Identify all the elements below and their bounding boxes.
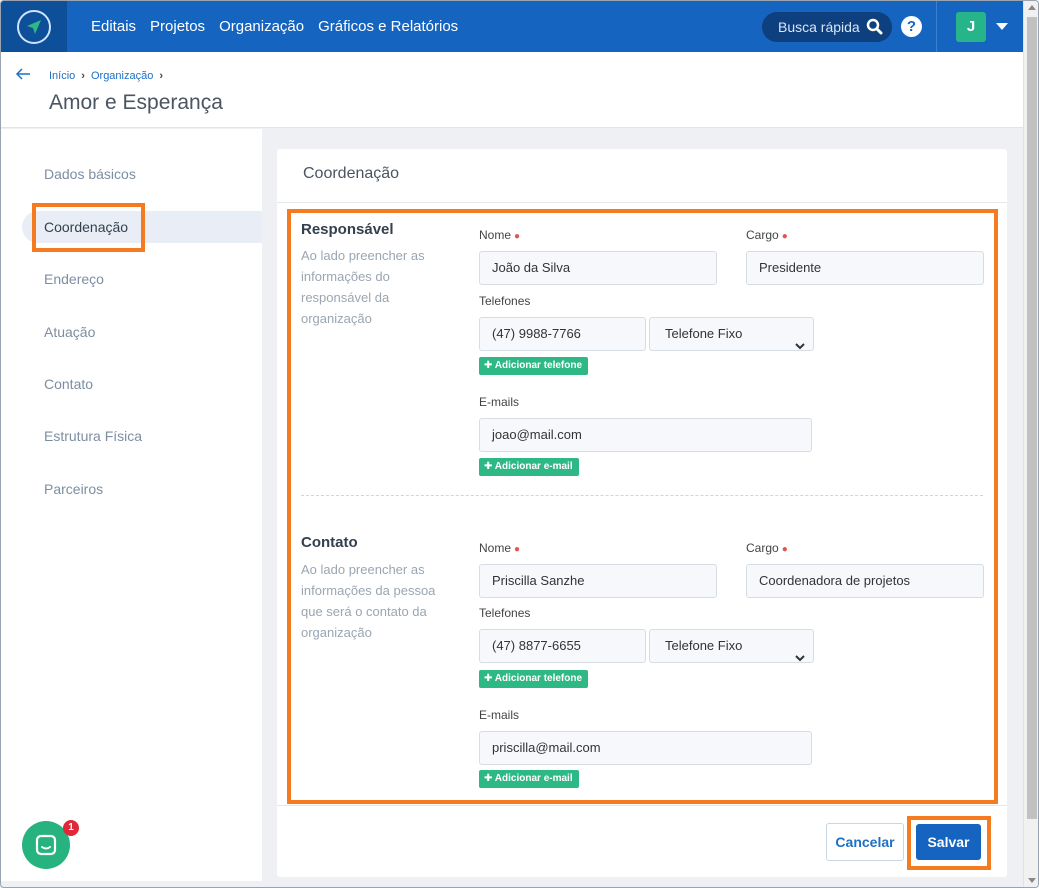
nav-item-editais[interactable]: Editais <box>91 18 136 35</box>
page-scrollbar[interactable] <box>1023 1 1038 887</box>
nav-item-graficos-relatorios[interactable]: Gráficos e Relatórios <box>318 18 458 35</box>
app-window: Editais Projetos Organização Gráficos e … <box>0 0 1039 888</box>
highlight-form-area <box>287 209 998 804</box>
highlight-sidebar-coordenacao <box>32 203 145 252</box>
logo[interactable] <box>1 1 67 52</box>
sidebar-item-estrutura-fisica[interactable]: Estrutura Física <box>44 428 142 444</box>
cancel-button[interactable]: Cancelar <box>826 823 904 861</box>
sidebar-item-dados-basicos[interactable]: Dados básicos <box>44 166 136 182</box>
breadcrumb-separator-icon: › <box>159 70 164 82</box>
breadcrumb: Início › Organização › <box>49 70 163 82</box>
highlight-save-button <box>907 816 991 870</box>
sidebar-item-atuacao[interactable]: Atuação <box>44 324 95 340</box>
sidebar-item-contato[interactable]: Contato <box>44 376 93 392</box>
nav-item-organizacao[interactable]: Organização <box>219 18 304 35</box>
help-icon[interactable]: ? <box>901 16 922 37</box>
chevron-down-icon[interactable] <box>996 23 1008 30</box>
breadcrumb-organizacao[interactable]: Organização <box>91 70 153 82</box>
page-title: Amor e Esperança <box>49 91 223 114</box>
back-arrow-icon[interactable] <box>15 66 31 86</box>
logo-icon <box>17 9 51 44</box>
user-avatar[interactable]: J <box>956 12 986 42</box>
search-icon[interactable] <box>866 18 883 38</box>
nav-item-projetos[interactable]: Projetos <box>150 18 205 35</box>
scrollbar-thumb[interactable] <box>1027 17 1037 819</box>
card-title: Coordenação <box>303 165 400 182</box>
breadcrumb-separator-icon: › <box>81 70 85 82</box>
top-navbar: Editais Projetos Organização Gráficos e … <box>1 1 1023 52</box>
main-nav: Editais Projetos Organização Gráficos e … <box>91 1 458 52</box>
quick-search-placeholder: Busca rápida <box>778 19 860 35</box>
chat-icon <box>35 834 57 856</box>
scroll-up-icon[interactable] <box>1028 5 1036 10</box>
scroll-down-icon[interactable] <box>1028 878 1036 883</box>
quick-search-input[interactable]: Busca rápida <box>762 12 892 42</box>
sidebar-item-endereco[interactable]: Endereço <box>44 271 104 287</box>
card-header: Coordenação <box>277 149 1007 203</box>
chat-badge: 1 <box>63 820 79 836</box>
navbar-divider <box>936 1 937 52</box>
sidebar-item-parceiros[interactable]: Parceiros <box>44 481 103 497</box>
card-footer-divider <box>277 805 1007 806</box>
page-header: Início › Organização › Amor e Esperança <box>1 52 1023 128</box>
breadcrumb-inicio[interactable]: Início <box>49 70 75 82</box>
